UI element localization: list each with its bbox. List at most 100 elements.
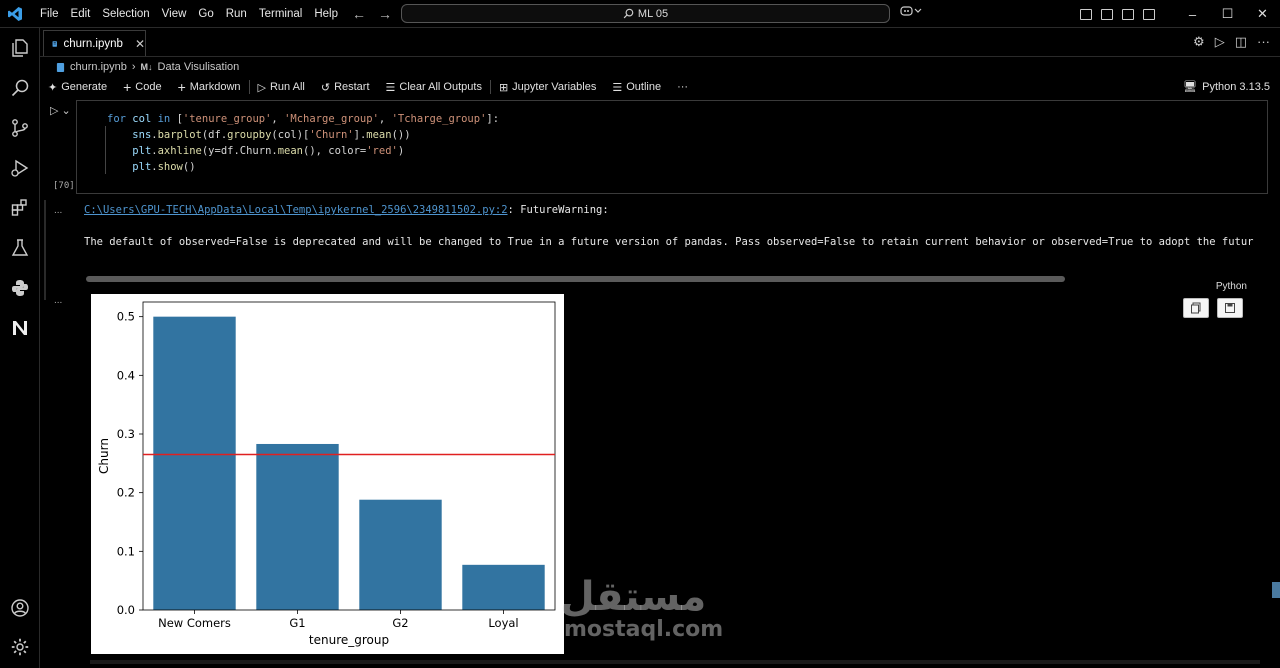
code-token: ) <box>397 145 405 157</box>
run-debug-icon[interactable] <box>8 156 32 180</box>
kernel-picker[interactable]: 🖥 Python 3.13.5 <box>1183 80 1270 94</box>
search-view-icon[interactable] <box>8 76 32 100</box>
back-arrow-icon[interactable]: ← <box>352 6 366 22</box>
bottom-horizontal-scrollbar[interactable] <box>90 660 1260 664</box>
menu-help[interactable]: Help <box>308 0 344 28</box>
source-control-icon[interactable] <box>8 116 32 140</box>
save-output-icon[interactable] <box>1217 298 1243 318</box>
vertical-scrollbar-thumb[interactable] <box>1272 582 1280 598</box>
run-cell-button[interactable]: ▷ ⌄ <box>50 104 71 117</box>
bar-chart: 0.0 0.1 0.2 0.3 0.4 0.5 New Comers G1 G2 Loyal ten… <box>97 301 556 647</box>
restart-button[interactable]: ↺ Restart <box>313 81 378 94</box>
watermark-latin: mostaql.com <box>564 617 724 642</box>
layout-controls <box>1080 0 1155 28</box>
y-tick-label: 0.4 <box>117 368 135 382</box>
add-markdown-cell-button[interactable]: + Markdown <box>170 79 249 95</box>
search-icon <box>623 8 634 19</box>
code-token: 'Churn' <box>309 129 354 141</box>
toggle-sidebar-icon[interactable] <box>1101 8 1113 20</box>
tab-label: churn.ipynb <box>63 37 123 50</box>
customize-layout-icon[interactable] <box>1080 8 1092 20</box>
run-file-play-icon[interactable]: ▷ <box>1215 34 1225 50</box>
manage-gear-icon[interactable] <box>8 635 32 659</box>
variables-icon: ⊞ <box>498 81 509 94</box>
maximize-icon[interactable]: ☐ <box>1210 6 1245 22</box>
kernel-label: Python 3.13.5 <box>1202 80 1270 93</box>
code-token: groupby <box>227 129 272 141</box>
x-tick-label: G1 <box>289 616 305 630</box>
explorer-icon[interactable] <box>8 36 32 60</box>
run-all-label: Run All <box>269 81 305 93</box>
menu-go[interactable]: Go <box>192 0 219 28</box>
code-token: ]: <box>486 113 500 125</box>
warning-source-link[interactable]: C:\Users\GPU-TECH\AppData\Local\Temp\ipy… <box>84 204 508 216</box>
x-tick-label: New Comers <box>158 616 231 630</box>
python-icon[interactable] <box>8 276 32 300</box>
notion-n-icon[interactable] <box>8 316 32 340</box>
generate-button[interactable]: ✦ Generate <box>40 81 115 94</box>
close-window-icon[interactable]: ✕ <box>1245 6 1280 22</box>
code-cell[interactable]: for col in ['tenure_group', 'Mcharge_gro… <box>76 100 1268 292</box>
split-editor-icon[interactable]: ◫ <box>1235 34 1247 50</box>
copilot-icon[interactable] <box>900 5 922 20</box>
code-token: 'red' <box>366 145 398 157</box>
toggle-panel-icon[interactable] <box>1122 8 1134 20</box>
tab-churn-notebook[interactable]: churn.ipynb ✕ <box>43 30 146 56</box>
copy-output-icon[interactable] <box>1183 298 1209 318</box>
run-all-icon: ▷ <box>257 81 266 94</box>
output-menu-icon[interactable]: ... <box>54 295 62 306</box>
breadcrumb-section[interactable]: Data Visulisation <box>158 61 240 73</box>
close-tab-icon[interactable]: ✕ <box>135 37 145 51</box>
notebook-settings-gear-icon[interactable]: ⚙ <box>1193 34 1205 50</box>
code-editor[interactable]: for col in ['tenure_group', 'Mcharge_gro… <box>107 111 499 175</box>
menu-edit[interactable]: Edit <box>65 0 97 28</box>
code-token: mean <box>277 145 304 157</box>
outline-button[interactable]: ☰ Outline <box>604 81 669 94</box>
jupyter-variables-button[interactable]: ⊞ Jupyter Variables <box>491 81 604 94</box>
markdown-label: Markdown <box>189 81 241 93</box>
sparkle-icon: ✦ <box>48 81 58 94</box>
toggle-secondary-sidebar-icon[interactable] <box>1143 8 1155 20</box>
code-token: plt <box>132 161 152 173</box>
menu-selection[interactable]: Selection <box>96 0 155 28</box>
code-token: , <box>378 113 392 125</box>
run-all-button[interactable]: ▷ Run All <box>250 81 313 94</box>
indent-guide <box>105 126 106 174</box>
cell-language-label[interactable]: Python <box>1216 281 1247 292</box>
command-center-search[interactable]: ML 05 <box>401 4 890 23</box>
output-horizontal-scrollbar[interactable] <box>86 276 1065 282</box>
minimize-icon[interactable]: – <box>1175 7 1210 22</box>
clear-all-outputs-button[interactable]: ☰ Clear All Outputs <box>378 81 490 94</box>
execution-count: [70] <box>53 181 75 191</box>
editor-tab-bar: churn.ipynb ✕ ⚙ ▷ ◫ ··· <box>40 28 1280 57</box>
y-tick-label: 0.1 <box>117 544 135 558</box>
warning-message: The default of observed=False is depreca… <box>84 236 1254 248</box>
forward-arrow-icon[interactable]: → <box>378 6 392 22</box>
code-token: barplot <box>157 129 202 141</box>
jupyter-variables-label: Jupyter Variables <box>512 81 597 93</box>
code-token: axhline <box>157 145 202 157</box>
testing-flask-icon[interactable] <box>8 236 32 260</box>
code-token: (y=df.Churn. <box>201 145 278 157</box>
add-code-cell-button[interactable]: + Code <box>115 79 169 95</box>
breadcrumb: churn.ipynb › M↓ Data Visulisation <box>56 59 239 75</box>
warning-label: : FutureWarning: <box>507 204 609 216</box>
clear-outputs-label: Clear All Outputs <box>399 81 482 93</box>
breadcrumb-file[interactable]: churn.ipynb <box>70 61 127 73</box>
notebook-file-icon <box>56 62 65 72</box>
output-menu-icon[interactable]: ... <box>54 205 62 216</box>
watermark: مستقل mostaql.com <box>560 575 723 642</box>
y-tick-label: 0.2 <box>117 486 135 500</box>
more-actions-icon[interactable]: ··· <box>1257 34 1270 50</box>
more-toolbar-button[interactable]: ··· <box>669 81 696 93</box>
menu-view[interactable]: View <box>156 0 193 28</box>
menu-terminal[interactable]: Terminal <box>253 0 308 28</box>
extensions-icon[interactable] <box>8 196 32 220</box>
menu-file[interactable]: File <box>34 0 65 28</box>
account-icon[interactable] <box>8 596 32 620</box>
chart-output: 0.0 0.1 0.2 0.3 0.4 0.5 New Comers G1 G2 Loyal ten… <box>91 294 564 654</box>
menu-run[interactable]: Run <box>220 0 253 28</box>
editor-actions: ⚙ ▷ ◫ ··· <box>1193 34 1270 50</box>
plus-icon: + <box>177 79 186 95</box>
bar <box>359 499 442 610</box>
